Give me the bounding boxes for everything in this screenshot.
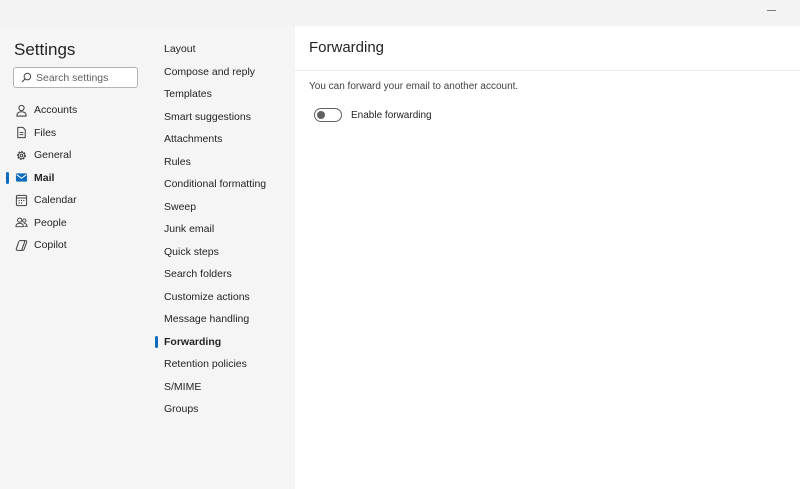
mail-nav-item-smime[interactable]: S/MIME [154, 376, 295, 399]
person-icon [15, 104, 28, 117]
sidebar-item-label: General [34, 149, 72, 162]
mail-nav-item-smart-suggestions[interactable]: Smart suggestions [154, 106, 295, 129]
sidebar-item-files[interactable]: Files [0, 122, 154, 145]
search-settings-input[interactable] [36, 71, 134, 84]
mail-nav-item-groups[interactable]: Groups [154, 398, 295, 421]
sidebar-item-calendar[interactable]: Calendar [0, 189, 154, 212]
mail-nav-item-forwarding[interactable]: Forwarding [154, 331, 295, 354]
sidebar-item-accounts[interactable]: Accounts [0, 99, 154, 122]
header-divider [295, 70, 800, 71]
mail-nav-item-templates[interactable]: Templates [154, 83, 295, 106]
mail-settings-nav: Layout Compose and reply Templates Smart… [154, 26, 295, 489]
calendar-icon [15, 194, 28, 207]
mail-nav-item-sweep[interactable]: Sweep [154, 196, 295, 219]
forwarding-panel: Forwarding You can forward your email to… [295, 26, 800, 489]
mail-nav-item-rules[interactable]: Rules [154, 151, 295, 174]
sidebar-item-label: Accounts [34, 104, 78, 117]
mail-nav-item-customize-actions[interactable]: Customize actions [154, 286, 295, 309]
mail-nav-item-message-handling[interactable]: Message handling [154, 308, 295, 331]
forwarding-description: You can forward your email to another ac… [309, 81, 519, 92]
mail-nav-item-conditional-formatting[interactable]: Conditional formatting [154, 173, 295, 196]
minimize-icon [766, 9, 776, 11]
sidebar-item-mail[interactable]: Mail [0, 167, 154, 190]
search-icon [19, 71, 33, 85]
sidebar-item-general[interactable]: General [0, 144, 154, 167]
sidebar-item-label: Calendar [34, 194, 77, 207]
enable-forwarding-label[interactable]: Enable forwarding [351, 110, 432, 121]
settings-categories: Accounts Files General Mail Calendar Peo… [0, 99, 154, 257]
search-settings-box[interactable] [13, 67, 138, 88]
document-icon [15, 126, 28, 139]
settings-sidebar: Settings Accounts [0, 26, 154, 489]
sidebar-item-label: Mail [34, 171, 55, 184]
sidebar-item-label: People [34, 216, 67, 229]
sidebar-item-copilot[interactable]: Copilot [0, 234, 154, 257]
settings-title: Settings [14, 40, 76, 59]
sidebar-item-label: Copilot [34, 239, 67, 252]
mail-icon [15, 171, 28, 184]
mail-nav-item-layout[interactable]: Layout [154, 38, 295, 61]
mail-nav-item-quick-steps[interactable]: Quick steps [154, 241, 295, 264]
mail-nav-item-search-folders[interactable]: Search folders [154, 263, 295, 286]
minimize-button[interactable] [764, 3, 778, 17]
sidebar-item-label: Files [34, 126, 57, 139]
enable-forwarding-row: Enable forwarding [314, 108, 432, 122]
sidebar-item-people[interactable]: People [0, 212, 154, 235]
mail-nav-item-junk-email[interactable]: Junk email [154, 218, 295, 241]
enable-forwarding-toggle[interactable] [314, 108, 342, 122]
mail-nav-item-attachments[interactable]: Attachments [154, 128, 295, 151]
copilot-icon [15, 239, 28, 252]
people-icon [15, 216, 28, 229]
mail-nav-item-compose-and-reply[interactable]: Compose and reply [154, 61, 295, 84]
title-bar [0, 0, 800, 26]
mail-nav-item-retention-policies[interactable]: Retention policies [154, 353, 295, 376]
gear-icon [15, 149, 28, 162]
page-title: Forwarding [309, 39, 385, 56]
toggle-knob [317, 111, 325, 119]
